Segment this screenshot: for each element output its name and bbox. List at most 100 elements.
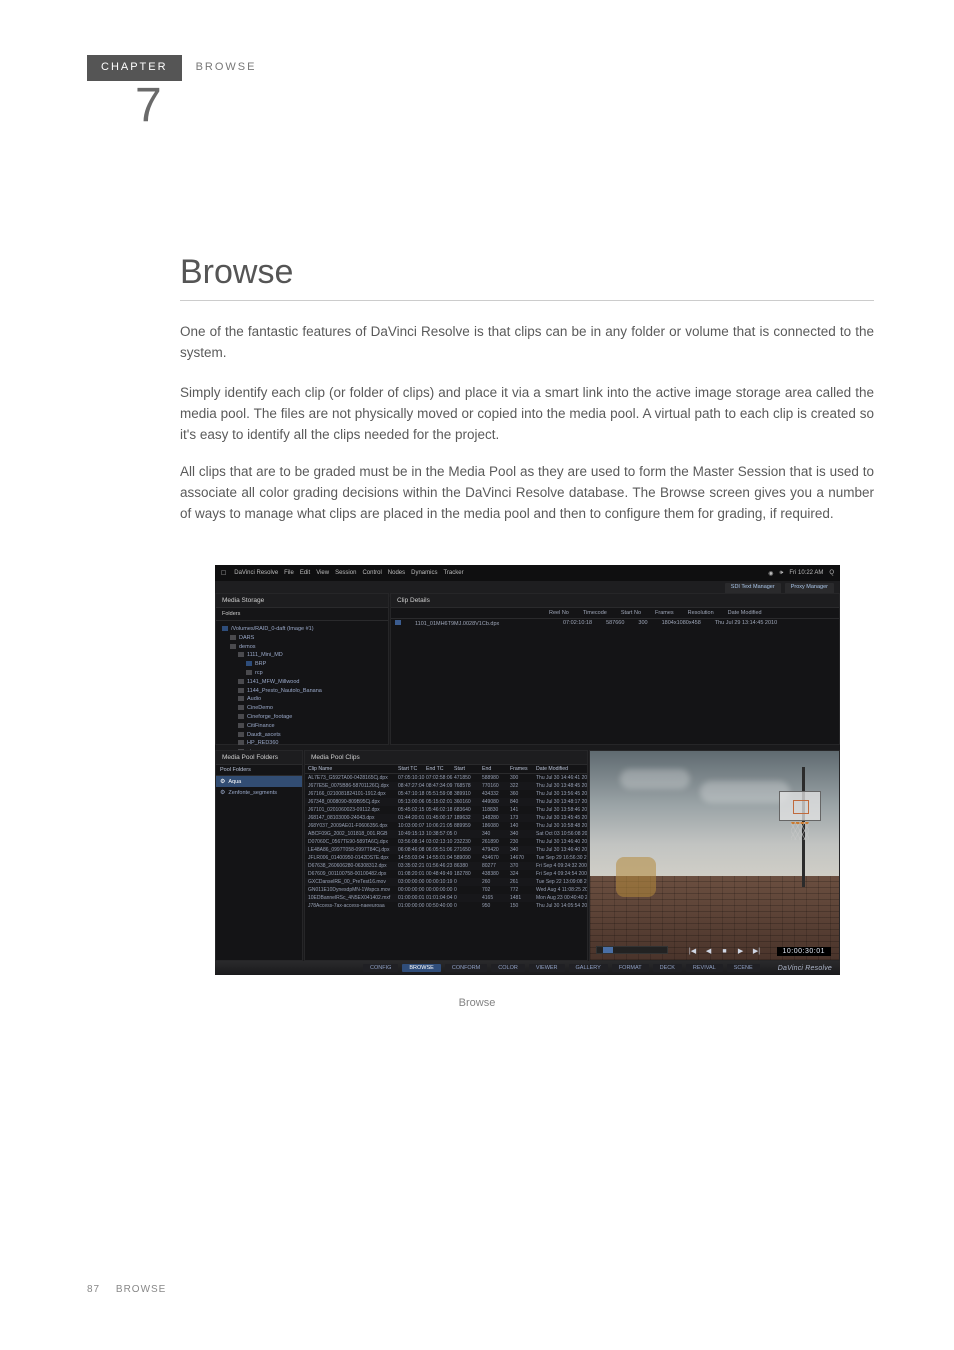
pool-clip-row[interactable]: J68Y037_2009AE01-F0606356.dpx10:03:00:07… — [305, 822, 587, 830]
col-header: Reel No — [549, 610, 569, 616]
clip-details-row[interactable]: 1101_01MH6T9MJ.0028V1Cb.dpx 07:02:10:18 … — [391, 619, 839, 628]
stop-button[interactable]: ■ — [719, 946, 731, 956]
folder-item[interactable]: CineDemo — [238, 704, 382, 713]
pool-clip-row[interactable]: LE48A86_0997T058-0997T84Cj.dpx06:08:46:0… — [305, 846, 587, 854]
timecode-display: 10:00:30:01 — [777, 947, 831, 956]
pool-clip-row[interactable]: 10EDBannelRSc_4N5EX041402.mxf01:00:00:01… — [305, 894, 587, 902]
pool-clip-row[interactable]: J78Access-7ax-access-naeeuroaa01:00:00:0… — [305, 902, 587, 910]
folder-icon — [230, 644, 236, 649]
page-footer: 87 BROWSE — [87, 1284, 166, 1295]
folder-item[interactable]: 1111_Mini_MD — [238, 651, 382, 660]
folder-item[interactable]: rcp — [246, 669, 382, 678]
menubar-item[interactable]: Dynamics — [411, 570, 437, 576]
folder-icon — [238, 652, 244, 657]
chapter-number: 7 — [135, 78, 162, 133]
menubar-app[interactable]: DaVinci Resolve — [234, 570, 278, 576]
folder-item[interactable]: Daudt_ascets — [238, 731, 382, 740]
menubar-item[interactable]: File — [284, 570, 294, 576]
nav-color[interactable]: COLOR — [491, 964, 525, 972]
clip-frames: 300 — [638, 620, 647, 627]
app-screenshot:  DaVinci Resolve File Edit View Session… — [215, 565, 840, 975]
media-storage-panel: Media Storage Folders /Volumes/RAID_0-da… — [215, 593, 389, 745]
skip-end-button[interactable]: ▶| — [751, 946, 763, 956]
folder-item[interactable]: demos — [230, 643, 382, 652]
nav-revival[interactable]: REVIVAL — [686, 964, 723, 972]
folder-icon — [238, 732, 244, 737]
col-header: Resolution — [688, 610, 714, 616]
clip-res: 1804x1080x458 — [662, 620, 701, 627]
spotlight-icon[interactable]: Q — [829, 570, 834, 576]
nav-viewer[interactable]: VIEWER — [529, 964, 565, 972]
pool-clip-row[interactable]: AL7E73_G592TA00-0428165Cj.dpx07:05:10:10… — [305, 774, 587, 782]
menubar-item[interactable]: Tracker — [443, 570, 463, 576]
folder-item[interactable]: DARS — [230, 634, 382, 643]
folder-tree: /Volumes/RAID_0-daft (Image #1)DARSdemos… — [216, 621, 388, 761]
folder-icon — [238, 723, 244, 728]
pool-clip-row[interactable]: ABCF09G_2002_101818_001.RGB10:49:15:1310… — [305, 830, 587, 838]
folder-item[interactable]: HP_RED360 — [238, 739, 382, 748]
menubar-item[interactable]: Control — [362, 570, 381, 576]
folder-icon — [238, 688, 244, 693]
menubar-item[interactable]: Session — [335, 570, 356, 576]
bluetooth-icon[interactable]: ◉ — [768, 570, 773, 577]
folder-item[interactable]: Audio — [238, 695, 382, 704]
folder-icon — [238, 696, 244, 701]
folder-item[interactable]: CitiFinance — [238, 722, 382, 731]
menubar-item[interactable]: View — [316, 570, 329, 576]
pool-clip-row[interactable]: J677E5E_0075B86-58701126Cj.dpx08:47:27:0… — [305, 782, 587, 790]
skip-start-button[interactable]: |◀ — [687, 946, 699, 956]
brand-label: DaVinci Resolve — [778, 965, 832, 972]
nav-scene[interactable]: SCENE — [727, 964, 760, 972]
pool-folder-item[interactable]: Zenfonte_segments — [216, 787, 302, 798]
folder-icon — [238, 679, 244, 684]
footer-label: BROWSE — [116, 1284, 166, 1295]
pool-clip-row[interactable]: D07060C_0567TE90-589TA6Cj.dpx03:56:08:14… — [305, 838, 587, 846]
menubar-item[interactable]: Nodes — [388, 570, 405, 576]
nav-conform[interactable]: CONFORM — [445, 964, 487, 972]
volume-icon — [246, 661, 252, 666]
clip-details-panel: Clip Details Reel No Timecode Start No F… — [390, 593, 840, 745]
col-header: Start No — [621, 610, 641, 616]
nav-format[interactable]: FORMAT — [612, 964, 649, 972]
pool-clip-row[interactable]: GXCDanselRE_00_PreTest16.mov03:00:00:000… — [305, 878, 587, 886]
clip-tc: 07:02:10:18 — [563, 620, 592, 627]
pool-clip-row[interactable]: D67609_001100758-00100482.dpx01:08:20:01… — [305, 870, 587, 878]
folder-icon — [230, 635, 236, 640]
title-rule — [180, 300, 874, 301]
folder-item[interactable]: BRP — [246, 660, 382, 669]
pool-clip-row[interactable]: J67348_0008090-809B95Cj.dpx05:13:00:0605… — [305, 798, 587, 806]
folder-icon — [246, 670, 252, 675]
pool-clips-header: Clip Name Start TC End TC Start End Fram… — [305, 765, 587, 774]
folders-header: Folders — [216, 608, 388, 621]
page-title: Browse — [180, 253, 293, 292]
clip-preview: |◀ ◀ ■ ▶ ▶| 10:00:30:01 — [589, 750, 840, 961]
pool-clip-row[interactable]: D67638_260606280-06308312.dpx03:35:02:21… — [305, 862, 587, 870]
nav-gallery[interactable]: GALLERY — [569, 964, 608, 972]
menubar-clock: Fri 10:22 AM — [789, 570, 823, 576]
speaker-icon[interactable]: 🕪 — [780, 570, 784, 577]
pool-clip-row[interactable]: JFLR006_01400950-0142DS7E.dpx14:55:03:04… — [305, 854, 587, 862]
col-header: Frames — [655, 610, 674, 616]
clip-details-header: Reel No Timecode Start No Frames Resolut… — [391, 608, 839, 619]
folder-item[interactable]: 1141_MFW_Millwood — [238, 678, 382, 687]
play-button[interactable]: ▶ — [735, 946, 747, 956]
folder-item[interactable]: Cineforge_footage — [238, 713, 382, 722]
folder-item[interactable]: 1144_Presto_Nautolo_Banana — [238, 687, 382, 696]
pool-folders-header: Pool Folders — [216, 765, 302, 776]
pool-clip-row[interactable]: J67101_0201060023-09112.dpx05:45:02:1505… — [305, 806, 587, 814]
preview-slider[interactable] — [596, 946, 668, 954]
nav-deck[interactable]: DECK — [653, 964, 682, 972]
pool-clip-row[interactable]: J67166_0210081824101-1912.dpx05:47:10:18… — [305, 790, 587, 798]
media-storage-title: Media Storage — [216, 594, 388, 608]
menubar-item[interactable]: Edit — [300, 570, 310, 576]
nav-browse[interactable]: BROWSE — [402, 964, 440, 972]
pool-clip-row[interactable]: J68147_08103000-24043.dpx01:44:20:0101:4… — [305, 814, 587, 822]
pool-clip-row[interactable]: GN011E10DynesdpMN-1Wspcs.mov00:00:00:000… — [305, 886, 587, 894]
chapter-header: CHAPTER BROWSE — [87, 55, 874, 81]
rewind-button[interactable]: ◀ — [703, 946, 715, 956]
pool-folder-item[interactable]: Aqua — [216, 776, 302, 787]
menubar:  DaVinci Resolve File Edit View Session… — [215, 565, 840, 581]
chapter-tab: BROWSE — [182, 55, 271, 81]
folder-item[interactable]: /Volumes/RAID_0-daft (Image #1) — [222, 625, 382, 634]
nav-config[interactable]: CONFIG — [363, 964, 398, 972]
